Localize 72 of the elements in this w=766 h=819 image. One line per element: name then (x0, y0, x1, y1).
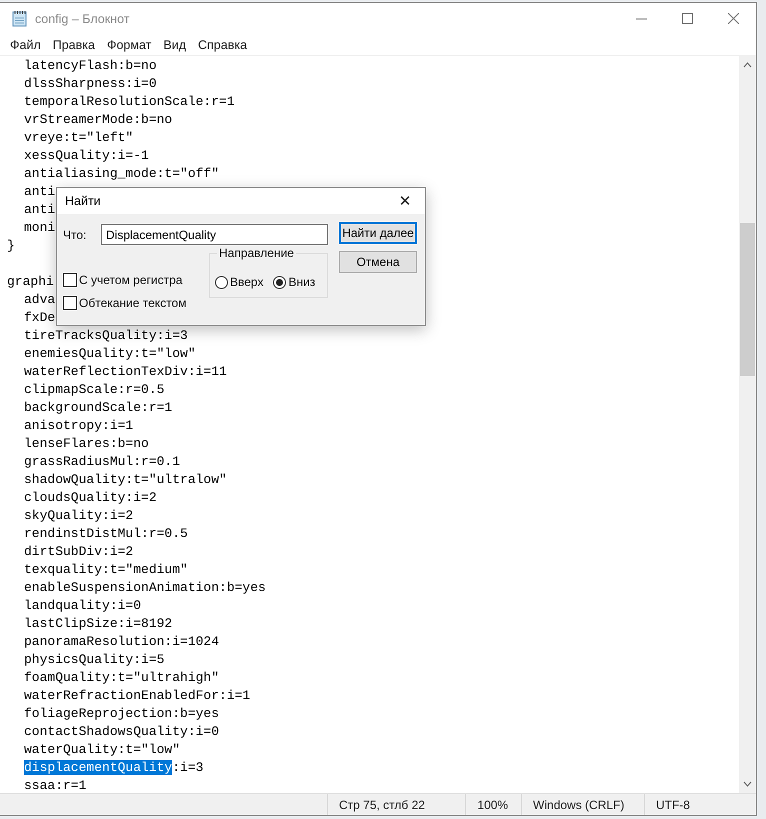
checkbox[interactable] (63, 273, 77, 287)
code-line: enableSuspensionAnimation:b=yes (24, 579, 266, 597)
checkbox-label: С учетом регистра (79, 273, 182, 287)
code-line: moni (24, 219, 56, 237)
code-line: vrStreamerMode:b=no (24, 111, 172, 129)
code-line: clipmapScale:r=0.5 (24, 381, 164, 399)
minimize-icon (636, 18, 646, 20)
code-line: landquality:i=0 (24, 597, 142, 615)
code-line: adva (24, 291, 56, 309)
code-line: xessQuality:i=-1 (24, 147, 149, 165)
scrollbar-thumb[interactable] (740, 223, 755, 376)
code-line: anisotropy:i=1 (24, 417, 134, 435)
radio-label: Вверх (230, 275, 264, 289)
close-button[interactable]: ✕ (385, 188, 425, 214)
code-line: physicsQuality:i=5 (24, 651, 164, 669)
code-line: fxDe (24, 309, 56, 327)
menu-item[interactable]: Формат (100, 38, 158, 52)
code-line: antialiasing_mode:t="off" (24, 165, 220, 183)
code-line: dlssSharpness:i=0 (24, 75, 157, 93)
code-line: vreye:t="left" (24, 129, 134, 147)
dialog-title: Найти (65, 194, 101, 208)
status-text: Стр 75, стлб 22 (327, 794, 466, 815)
code-line: latencyFlash:b=no (24, 57, 157, 75)
code-line: panoramaResolution:i=1024 (24, 633, 220, 651)
code-line: foliageReprojection:b=yes (24, 705, 220, 723)
status-text: Windows (CRLF) (521, 794, 644, 815)
code-line: waterQuality:t="low" (24, 741, 180, 759)
vertical-scrollbar[interactable] (739, 56, 756, 793)
code-line: lenseFlares:b=no (24, 435, 149, 453)
checkbox-label: Обтекание текстом (79, 296, 186, 310)
menu-item[interactable]: Справка (192, 38, 254, 52)
code-line: cloudsQuality:i=2 (24, 489, 157, 507)
code-line: shadowQuality:t="ultralow" (24, 471, 227, 489)
maximize-icon (682, 13, 692, 24)
find-field[interactable]: DisplacementQuality (101, 224, 328, 245)
code-text: :i=3 (172, 760, 204, 775)
code-line: } (7, 237, 15, 255)
code-line: contactShadowsQuality:i=0 (24, 723, 220, 741)
code-line: ssaa:r=1 (24, 777, 86, 793)
code-line: foamQuality:t="ultrahigh" (24, 669, 220, 687)
code-line: graphi (7, 273, 54, 291)
code-line: grassRadiusMul:r=0.1 (24, 453, 180, 471)
code-line: rendinstDistMul:r=0.5 (24, 525, 188, 543)
menu-item[interactable]: Вид (157, 38, 192, 52)
code-line: skyQuality:i=2 (24, 507, 134, 525)
code-line: anti (24, 201, 56, 219)
checkbox[interactable] (63, 296, 77, 310)
code-line: waterRefractionEnabledFor:i=1 (24, 687, 250, 705)
cancel-button[interactable]: Отмена (339, 251, 417, 273)
status-text: 100% (465, 794, 522, 815)
selected-text: displacementQuality (24, 760, 172, 775)
menu-item[interactable]: Файл (4, 38, 47, 52)
code-line: dirtSubDiv:i=2 (24, 543, 134, 561)
code-line: temporalResolutionScale:r=1 (24, 93, 235, 111)
radio-button[interactable] (273, 276, 286, 288)
code-line: anti (24, 183, 56, 201)
close-icon (728, 13, 738, 24)
code-line: tireTracksQuality:i=3 (24, 327, 188, 345)
code-line: enemiesQuality:t="low" (24, 345, 196, 363)
code-line: texquality:t="medium" (24, 561, 188, 579)
code-line: lastClipSize:i=8192 (24, 615, 172, 633)
menu-item[interactable]: Правка (46, 38, 101, 52)
status-text: UTF-8 (644, 794, 756, 815)
code-line: waterReflectionTexDiv:i=11 (24, 363, 227, 381)
window-title: config – Блокнот (35, 12, 130, 26)
find-next-button[interactable]: Найти далее (339, 222, 417, 244)
find-label: Что: (63, 228, 88, 242)
radio-button[interactable] (215, 276, 228, 288)
code-line: backgroundScale:r=1 (24, 399, 172, 417)
group-label: Направление (217, 246, 296, 260)
notepad-icon (12, 10, 27, 27)
radio-label: Вниз (288, 275, 316, 289)
